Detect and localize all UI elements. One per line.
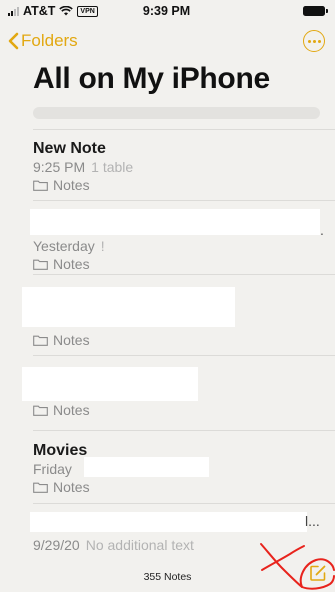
- note-title: New Note: [33, 140, 106, 157]
- redaction-block: [30, 512, 307, 532]
- page-title: All on My iPhone: [33, 62, 270, 95]
- note-preview: !: [100, 238, 105, 254]
- compose-icon[interactable]: [309, 564, 327, 582]
- note-folder-label: Notes: [53, 256, 90, 272]
- folder-icon: [33, 180, 48, 191]
- divider: [33, 129, 335, 130]
- note-time: 9/29/20: [33, 537, 80, 553]
- redaction-block: [30, 209, 320, 235]
- folder-icon: [33, 405, 48, 416]
- divider: [33, 430, 335, 431]
- signal-icon: [8, 6, 19, 16]
- status-time: 9:39 PM: [142, 4, 191, 18]
- note-time: 9:25 PM: [33, 159, 86, 175]
- search-field[interactable]: [33, 107, 320, 119]
- navigation-bar: Folders: [0, 26, 335, 56]
- note-item[interactable]: New Note 9:25 PM 1 table Notes: [33, 140, 335, 193]
- more-options-button[interactable]: [303, 30, 325, 52]
- note-folder-label: Notes: [53, 402, 90, 418]
- divider: [33, 200, 335, 201]
- folder-icon: [33, 259, 48, 270]
- folder-icon: [33, 482, 48, 493]
- divider: [33, 355, 335, 356]
- wifi-icon: [59, 6, 74, 16]
- divider: [33, 503, 335, 504]
- note-folder-label: Notes: [53, 479, 90, 495]
- redaction-block: [84, 457, 209, 477]
- divider: [33, 274, 335, 275]
- truncation-dot: .: [320, 222, 324, 238]
- back-button[interactable]: Folders: [8, 31, 78, 51]
- note-time: Friday: [33, 461, 72, 477]
- carrier-label: AT&T: [23, 4, 56, 18]
- truncation-ellipsis: l...: [305, 513, 320, 529]
- redaction-block: [22, 287, 235, 327]
- note-time: Yesterday: [33, 238, 95, 254]
- note-folder-label: Notes: [53, 177, 90, 193]
- folder-icon: [33, 335, 48, 346]
- back-button-label: Folders: [21, 31, 78, 50]
- chevron-left-icon: [8, 32, 19, 50]
- note-preview: 1 table: [91, 159, 134, 175]
- note-folder-label: Notes: [53, 332, 90, 348]
- battery-icon: [303, 6, 328, 16]
- status-bar: AT&T VPN 9:39 PM: [0, 0, 335, 22]
- vpn-badge: VPN: [77, 5, 98, 17]
- ellipsis-icon: [307, 39, 311, 43]
- note-preview: No additional text: [85, 537, 194, 553]
- redaction-block: [22, 367, 198, 401]
